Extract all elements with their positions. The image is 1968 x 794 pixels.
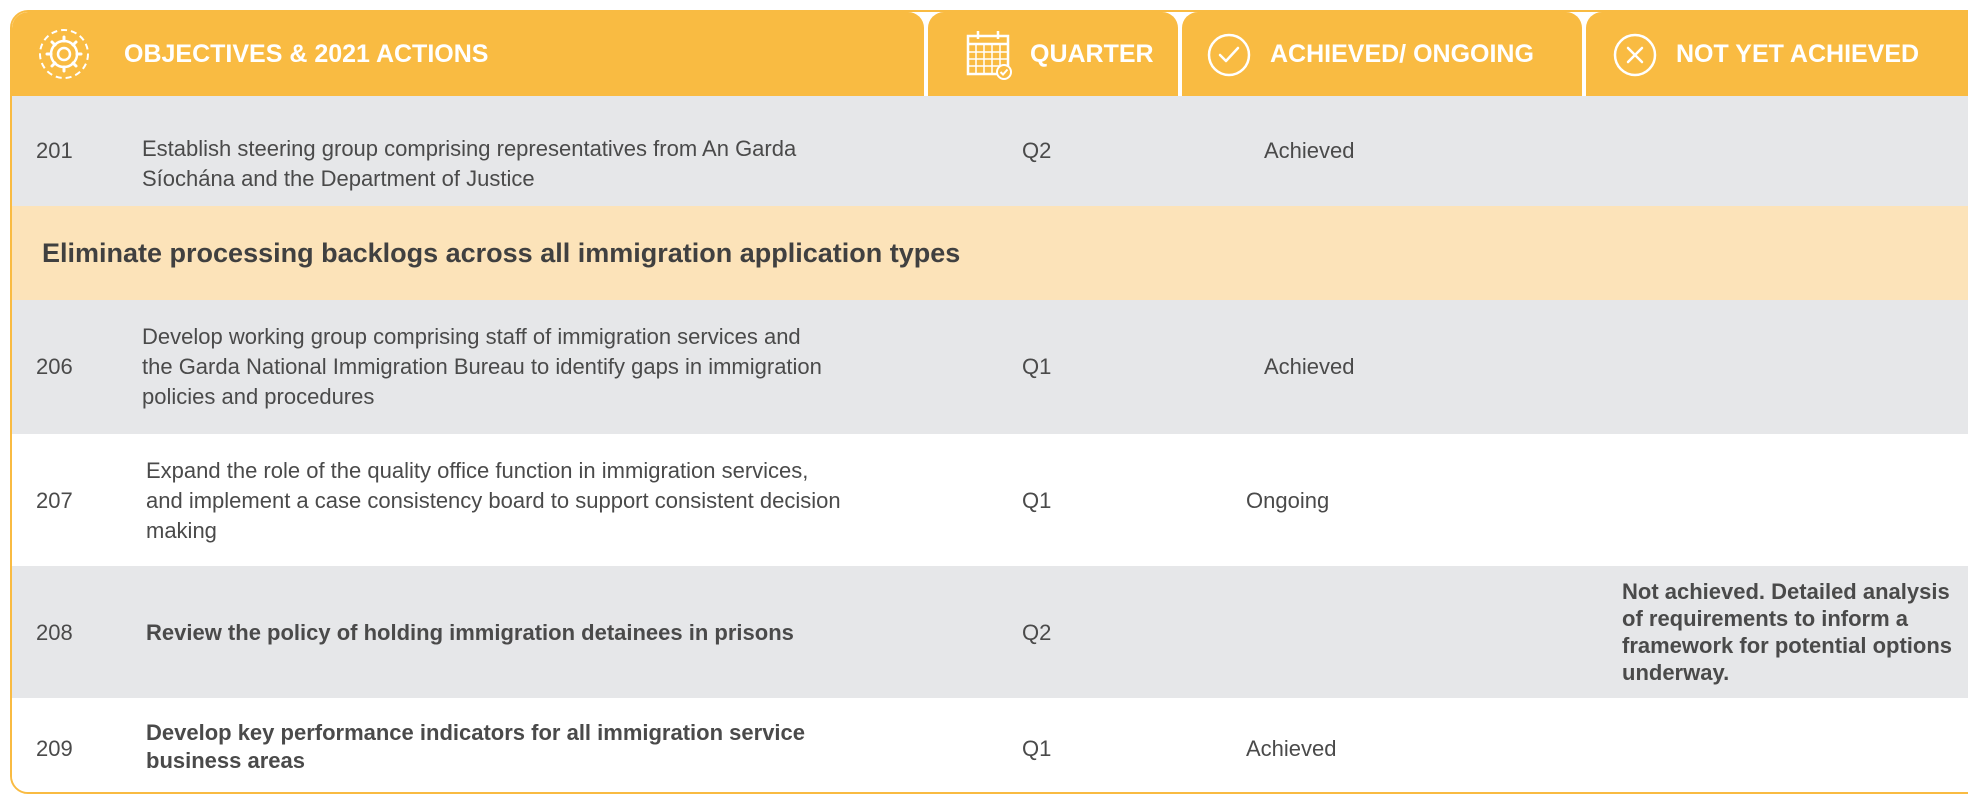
header-objectives-label: OBJECTIVES & 2021 ACTIONS <box>124 40 489 68</box>
calendar-icon <box>966 31 1012 80</box>
status-value: Ongoing <box>1246 488 1330 513</box>
action-number: 208 <box>36 620 73 645</box>
action-number: 206 <box>36 354 73 379</box>
action-number: 209 <box>36 736 73 761</box>
action-number: 201 <box>36 138 73 163</box>
table-row: 206 Develop working group comprising sta… <box>12 300 1968 434</box>
status-value: Achieved <box>1264 138 1355 163</box>
header-not-achieved: NOT YET ACHIEVED <box>1586 12 1968 96</box>
not-achieved-note-line: Not achieved. Detailed analysis <box>1622 579 1950 604</box>
action-text-line: making <box>146 518 217 543</box>
header-quarter-label: QUARTER <box>1030 40 1154 68</box>
action-text-line: Síochána and the Department of Justice <box>142 166 535 191</box>
status-value: Achieved <box>1264 354 1355 379</box>
quarter-value: Q1 <box>1022 354 1052 379</box>
header-quarter: QUARTER <box>928 12 1178 96</box>
table-row: 201 Establish steering group comprising … <box>12 96 1968 206</box>
section-title: Eliminate processing backlogs across all… <box>42 238 961 268</box>
action-table: OBJECTIVES & 2021 ACTIONS QUARTER ACHIEV… <box>10 10 1968 794</box>
quarter-value: Q2 <box>1022 620 1052 645</box>
check-circle-icon <box>1207 33 1251 77</box>
quarter-value: Q2 <box>1022 138 1052 163</box>
quarter-value: Q1 <box>1022 488 1052 513</box>
action-text-line: business areas <box>146 748 305 773</box>
action-text-line: policies and procedures <box>142 384 375 409</box>
action-text-line: Establish steering group comprising repr… <box>142 136 797 161</box>
not-achieved-note-line: of requirements to inform a <box>1622 606 1909 631</box>
action-text-line: Develop working group comprising staff o… <box>142 324 801 349</box>
section-header: Eliminate processing backlogs across all… <box>12 206 1968 300</box>
action-text-line: Expand the role of the quality office fu… <box>146 458 809 483</box>
header-not-achieved-label: NOT YET ACHIEVED <box>1676 40 1920 68</box>
x-circle-icon <box>1613 33 1657 77</box>
not-achieved-note-line: framework for potential options <box>1622 633 1953 658</box>
gear-icon <box>39 29 89 79</box>
action-text-line: and implement a case consistency board t… <box>146 488 841 513</box>
status-value: Achieved <box>1246 736 1337 761</box>
table-row: 209 Develop key performance indicators f… <box>12 698 1968 792</box>
not-achieved-note-line: underway. <box>1622 660 1730 685</box>
quarter-value: Q1 <box>1022 736 1052 761</box>
action-text-line: Review the policy of holding immigration… <box>146 620 794 645</box>
action-number: 207 <box>36 488 73 513</box>
header-achieved-label: ACHIEVED/ ONGOING <box>1270 40 1534 68</box>
header-achieved: ACHIEVED/ ONGOING <box>1182 12 1582 96</box>
action-text-line: Develop key performance indicators for a… <box>146 720 806 745</box>
action-text-line: the Garda National Immigration Bureau to… <box>142 354 822 379</box>
table-row: 207 Expand the role of the quality offic… <box>12 434 1968 566</box>
header-objectives: OBJECTIVES & 2021 ACTIONS <box>12 12 924 96</box>
table-row: 208 Review the policy of holding immigra… <box>12 566 1968 698</box>
